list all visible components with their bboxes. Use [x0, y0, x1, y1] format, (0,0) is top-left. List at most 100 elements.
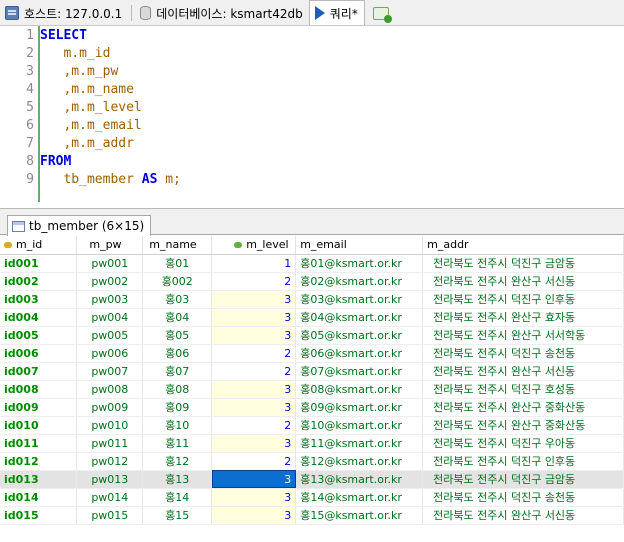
cell-m-level[interactable]: 3 — [211, 380, 297, 399]
cell-m-id[interactable]: id006 — [0, 344, 78, 363]
cell-m-level[interactable]: 3 — [211, 506, 297, 525]
cell-m-level[interactable]: 2 — [211, 362, 297, 381]
cell-m-level[interactable]: 3 — [211, 398, 297, 417]
column-header-m-level[interactable]: m_level — [211, 236, 297, 255]
cell-m-name[interactable]: 홍07 — [142, 362, 213, 381]
cell-m-name[interactable]: 홍05 — [142, 326, 213, 345]
cell-m-addr[interactable]: 전라북도 전주시 덕진구 우아동 — [422, 434, 624, 453]
cell-m-id[interactable]: id013 — [0, 470, 78, 489]
cell-m-id[interactable]: id004 — [0, 308, 78, 327]
code-line[interactable]: 3 ,m.m_pw — [0, 63, 118, 81]
cell-m-id[interactable]: id010 — [0, 416, 78, 435]
code-line[interactable]: 2 m.m_id — [0, 45, 110, 63]
cell-m-id[interactable]: id012 — [0, 452, 78, 471]
table-row[interactable]: id011 pw011 홍11 3 홍11@ksmart.or.kr 전라북도 전주시 덕… — [0, 434, 624, 453]
cell-m-email[interactable]: 홍03@ksmart.or.kr — [295, 290, 424, 309]
cell-m-pw[interactable]: pw009 — [76, 398, 144, 417]
table-row[interactable]: id010 pw010 홍10 2 홍10@ksmart.or.kr 전라북도 전주시 완… — [0, 416, 624, 435]
cell-m-level[interactable]: 3 — [211, 308, 297, 327]
cell-m-addr[interactable]: 전라북도 전주시 덕진구 송천동 — [422, 344, 624, 363]
tab-query[interactable]: 쿼리* — [308, 0, 365, 25]
tab-host[interactable]: 호스트: 127.0.0.1 — [0, 1, 128, 25]
cell-m-addr[interactable]: 전라북도 전주시 덕진구 호성동 — [422, 380, 624, 399]
cell-m-email[interactable]: 홍12@ksmart.or.kr — [295, 452, 424, 471]
cell-m-email[interactable]: 홍02@ksmart.or.kr — [295, 272, 424, 291]
table-row[interactable]: id003 pw003 홍03 3 홍03@ksmart.or.kr 전라북도 전주시 덕… — [0, 290, 624, 309]
code-line[interactable]: 9 tb_member AS m; — [0, 171, 181, 189]
table-row[interactable]: id009 pw009 홍09 3 홍09@ksmart.or.kr 전라북도 전주시 완… — [0, 398, 624, 417]
cell-m-addr[interactable]: 전라북도 전주시 완산구 효자동 — [422, 308, 624, 327]
cell-m-pw[interactable]: pw008 — [76, 380, 144, 399]
cell-m-email[interactable]: 홍13@ksmart.or.kr — [295, 470, 424, 489]
cell-m-name[interactable]: 홍03 — [142, 290, 213, 309]
cell-m-addr[interactable]: 전라북도 전주시 완산구 서신동 — [422, 506, 624, 525]
table-row[interactable]: id008 pw008 홍08 3 홍08@ksmart.or.kr 전라북도 전주시 덕… — [0, 380, 624, 399]
cell-m-pw[interactable]: pw002 — [76, 272, 144, 291]
tab-result-tb-member[interactable]: tb_member (6×15) — [7, 215, 152, 236]
cell-m-name[interactable]: 홍11 — [142, 434, 213, 453]
cell-m-email[interactable]: 홍05@ksmart.or.kr — [295, 326, 424, 345]
cell-m-level[interactable]: 3 — [211, 290, 297, 309]
table-row[interactable]: id014 pw014 홍14 3 홍14@ksmart.or.kr 전라북도 전주시 덕… — [0, 488, 624, 507]
cell-m-name[interactable]: 홍12 — [142, 452, 213, 471]
column-header-m-id[interactable]: m_id — [0, 236, 78, 255]
column-header-m-pw[interactable]: m_pw — [76, 236, 144, 255]
table-row[interactable]: id006 pw006 홍06 2 홍06@ksmart.or.kr 전라북도 전주시 덕… — [0, 344, 624, 363]
cell-m-id[interactable]: id015 — [0, 506, 78, 525]
cell-m-email[interactable]: 홍01@ksmart.or.kr — [295, 254, 424, 273]
cell-m-addr[interactable]: 전라북도 전주시 덕진구 인후동 — [422, 452, 624, 471]
table-row[interactable]: id001 pw001 홍01 1 홍01@ksmart.or.kr 전라북도 전주시 덕… — [0, 254, 624, 273]
cell-m-name[interactable]: 홍14 — [142, 488, 213, 507]
cell-m-addr[interactable]: 전라북도 전주시 완산구 서서학동 — [422, 326, 624, 345]
cell-m-level[interactable]: 3 — [211, 470, 297, 489]
cell-m-pw[interactable]: pw001 — [76, 254, 144, 273]
cell-m-level[interactable]: 2 — [211, 272, 297, 291]
cell-m-id[interactable]: id011 — [0, 434, 78, 453]
cell-m-email[interactable]: 홍15@ksmart.or.kr — [295, 506, 424, 525]
cell-m-addr[interactable]: 전라북도 전주시 완산구 중화산동 — [422, 398, 624, 417]
cell-m-level[interactable]: 2 — [211, 344, 297, 363]
sql-editor[interactable]: 1 SELECT 2 m.m_id 3 ,m.m_pw 4 ,m.m_name 5 ,m.… — [0, 26, 624, 209]
table-row[interactable]: id004 pw004 홍04 3 홍04@ksmart.or.kr 전라북도 전주시 완… — [0, 308, 624, 327]
cell-m-id[interactable]: id007 — [0, 362, 78, 381]
code-line[interactable]: 6 ,m.m_email — [0, 117, 142, 135]
result-grid[interactable]: m_id m_pw m_name m_level m_email m_addr … — [0, 236, 624, 542]
cell-m-level[interactable]: 3 — [211, 326, 297, 345]
tab-database[interactable]: 데이터베이스: ksmart42db — [135, 1, 309, 25]
cell-m-pw[interactable]: pw006 — [76, 344, 144, 363]
cell-m-id[interactable]: id008 — [0, 380, 78, 399]
cell-m-email[interactable]: 홍14@ksmart.or.kr — [295, 488, 424, 507]
cell-m-pw[interactable]: pw010 — [76, 416, 144, 435]
cell-m-name[interactable]: 홍04 — [142, 308, 213, 327]
cell-m-addr[interactable]: 전라북도 전주시 완산구 중화산동 — [422, 416, 624, 435]
cell-m-id[interactable]: id003 — [0, 290, 78, 309]
cell-m-email[interactable]: 홍07@ksmart.or.kr — [295, 362, 424, 381]
cell-m-email[interactable]: 홍11@ksmart.or.kr — [295, 434, 424, 453]
cell-m-level[interactable]: 3 — [211, 488, 297, 507]
cell-m-name[interactable]: 홍002 — [142, 272, 213, 291]
cell-m-name[interactable]: 홍10 — [142, 416, 213, 435]
cell-m-name[interactable]: 홍06 — [142, 344, 213, 363]
cell-m-addr[interactable]: 전라북도 전주시 덕진구 금암동 — [422, 470, 624, 489]
code-line[interactable]: 1 SELECT — [0, 27, 87, 45]
cell-m-id[interactable]: id005 — [0, 326, 78, 345]
table-row[interactable]: id007 pw007 홍07 2 홍07@ksmart.or.kr 전라북도 전주시 완… — [0, 362, 624, 381]
cell-m-addr[interactable]: 전라북도 전주시 완산구 서신동 — [422, 362, 624, 381]
column-header-m-email[interactable]: m_email — [295, 236, 424, 255]
cell-m-email[interactable]: 홍10@ksmart.or.kr — [295, 416, 424, 435]
cell-m-addr[interactable]: 전라북도 전주시 덕진구 인후동 — [422, 290, 624, 309]
column-header-m-name[interactable]: m_name — [142, 236, 213, 255]
cell-m-level[interactable]: 3 — [211, 434, 297, 453]
cell-m-addr[interactable]: 전라북도 전주시 완산구 서신동 — [422, 272, 624, 291]
table-row[interactable]: id002 pw002 홍002 2 홍02@ksmart.or.kr 전라북도 전주시 … — [0, 272, 624, 291]
cell-m-id[interactable]: id009 — [0, 398, 78, 417]
column-header-m-addr[interactable]: m_addr — [422, 236, 624, 255]
cell-m-name[interactable]: 홍08 — [142, 380, 213, 399]
code-line[interactable]: 4 ,m.m_name — [0, 81, 134, 99]
cell-m-addr[interactable]: 전라북도 전주시 덕진구 송천동 — [422, 488, 624, 507]
cell-m-pw[interactable]: pw014 — [76, 488, 144, 507]
cell-m-pw[interactable]: pw013 — [76, 470, 144, 489]
cell-m-email[interactable]: 홍06@ksmart.or.kr — [295, 344, 424, 363]
cell-m-level[interactable]: 1 — [211, 254, 297, 273]
table-row[interactable]: id013 pw013 홍13 3 홍13@ksmart.or.kr 전라북도 전주시 덕… — [0, 470, 624, 489]
